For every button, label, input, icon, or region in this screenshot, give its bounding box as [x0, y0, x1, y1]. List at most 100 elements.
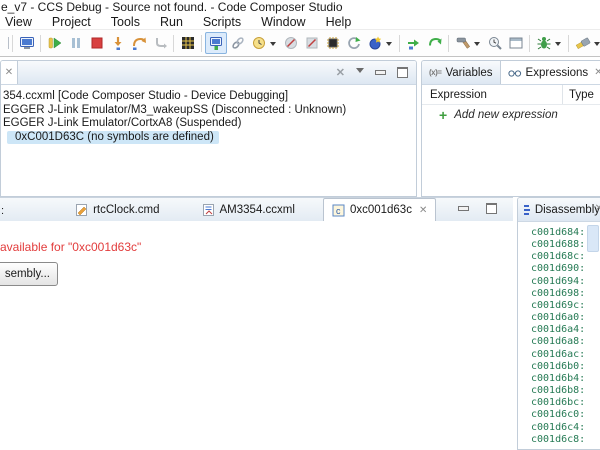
disassembly-content: c001d684:c001d688:c001d68c:c001d690:c001…: [518, 222, 600, 449]
menu-item-window[interactable]: Window: [251, 15, 315, 29]
glasses-icon: [508, 68, 522, 78]
connect-chip-icon: [325, 35, 341, 51]
tab-rtcclock-cmd[interactable]: rtcClock.cmd: [67, 199, 167, 221]
link-icon: [230, 35, 246, 51]
minimize-icon[interactable]: [375, 70, 386, 75]
debug-tree-item[interactable]: EGGER J-Link Emulator/M3_wakeupSS (Disco…: [1, 104, 416, 118]
toolbar-separator: [448, 35, 449, 52]
debug-tree-item[interactable]: 354.ccxml [Code Composer Studio - Device…: [1, 90, 416, 104]
run-free-button[interactable]: [424, 33, 445, 54]
trace-disabled2-button[interactable]: [301, 33, 322, 54]
close-icon[interactable]: ✕: [594, 67, 600, 78]
build-button[interactable]: [452, 33, 473, 54]
flashlight-dropdown[interactable]: [594, 42, 600, 49]
disassembly-title: Disassembly: [535, 204, 600, 216]
step-over-button[interactable]: [128, 33, 149, 54]
tab-expressions-label: Expressions: [526, 67, 589, 79]
flashlight-search-button[interactable]: [572, 33, 593, 54]
view-menu-icon[interactable]: [356, 68, 364, 77]
tab-0xc001d63c[interactable]: c 0xc001d63c ✕: [323, 198, 436, 221]
disabled-trace-icon: [283, 35, 299, 51]
editor-tab-bar: : rtcClock.cmd AM3354.ccxml c 0xc001d63c…: [0, 197, 513, 221]
link-button[interactable]: [227, 33, 248, 54]
connect-chip-button[interactable]: [322, 33, 343, 54]
flash-target-button[interactable]: [364, 33, 385, 54]
toolbar-separator: [399, 35, 400, 52]
scrollbar-thumb[interactable]: [587, 225, 599, 252]
disassembly-address-row: c001d6c8:: [518, 434, 600, 446]
toolbar-separator: [201, 35, 202, 52]
ccxml-file-icon: [202, 203, 215, 217]
column-type[interactable]: Type: [562, 85, 594, 104]
disassembly-panel: Disassembly ✕ c001d684:c001d688:c001d68c…: [517, 197, 600, 450]
menu-item-view[interactable]: View: [0, 15, 42, 29]
flash-dropdown[interactable]: [386, 42, 392, 49]
run-free-icon: [427, 35, 443, 51]
cmd-file-icon: [75, 203, 88, 217]
disassembly-address-row: c001d690:: [518, 263, 600, 275]
tab-am3354-ccxml[interactable]: AM3354.ccxml: [194, 199, 303, 221]
debug-tree-item[interactable]: EGGER J-Link Emulator/CortxA8 (Suspended…: [1, 117, 416, 131]
debug-tab-stub[interactable]: ✕: [1, 61, 18, 84]
close-icon[interactable]: ✕: [5, 67, 13, 78]
restore-dropdown[interactable]: [270, 42, 276, 49]
console-button[interactable]: [16, 33, 37, 54]
profile-clock-button[interactable]: [484, 33, 505, 54]
disassembly-address-row: c001d6b4:: [518, 373, 600, 385]
menubar: ViewProjectToolsRunScriptsWindowHelp: [0, 15, 600, 29]
menu-item-run[interactable]: Run: [150, 15, 193, 29]
reset-button[interactable]: [343, 33, 364, 54]
disconnect-icon[interactable]: ✕: [336, 66, 345, 79]
close-icon[interactable]: ✕: [595, 203, 600, 214]
svg-text:c: c: [336, 206, 341, 216]
step-into-icon: [110, 35, 126, 51]
step-clock-icon: [406, 35, 422, 51]
disassembly-address-row: c001d6ac:: [518, 349, 600, 361]
view-disassembly-button[interactable]: sembly...: [0, 262, 58, 286]
disassembly-address-row: c001d698:: [518, 288, 600, 300]
close-icon[interactable]: ✕: [419, 205, 427, 216]
menu-item-project[interactable]: Project: [42, 15, 101, 29]
disabled-trace2-icon: [304, 35, 320, 51]
minimize-icon[interactable]: [458, 206, 469, 211]
step-into-button[interactable]: [107, 33, 128, 54]
menu-item-tools[interactable]: Tools: [101, 15, 150, 29]
editor-content: available for "0xc001d63c" sembly...: [0, 221, 513, 450]
flash-target-icon: [367, 35, 383, 51]
maximize-icon[interactable]: [486, 203, 497, 214]
debug-config-dropdown[interactable]: [555, 42, 561, 49]
registers-button[interactable]: [177, 33, 198, 54]
screen-button[interactable]: [505, 33, 526, 54]
disassembly-address-row: c001d6b0:: [518, 361, 600, 373]
restore-clock-button[interactable]: [248, 33, 269, 54]
debug-view-panel: ✕ ✕ 354.ccxml [Code Composer Studio - De…: [0, 60, 417, 197]
menu-item-help[interactable]: Help: [316, 15, 362, 29]
resume-button[interactable]: [44, 33, 65, 54]
save-button[interactable]: [0, 33, 9, 54]
show-debug-view-toggle[interactable]: [205, 32, 227, 54]
disassembly-address-row: c001d69c:: [518, 300, 600, 312]
step-over-icon: [131, 35, 147, 51]
step-clock-button[interactable]: [403, 33, 424, 54]
menu-item-scripts[interactable]: Scripts: [193, 15, 251, 29]
tab-variables[interactable]: (x)= Variables: [422, 61, 500, 84]
trace-disabled-button[interactable]: [280, 33, 301, 54]
maximize-icon[interactable]: [397, 67, 408, 78]
build-dropdown[interactable]: [474, 42, 480, 49]
add-new-expression-row[interactable]: + Add new expression: [422, 105, 600, 124]
tab-expressions[interactable]: Expressions ✕: [500, 61, 600, 84]
disassembly-address-row: c001d6b8:: [518, 385, 600, 397]
disassembly-address-row: c001d6a0:: [518, 312, 600, 324]
tab-label: 0xc001d63c: [350, 204, 412, 216]
truncated-tab-fragment[interactable]: :: [0, 205, 5, 221]
debug-tree-item[interactable]: 0xC001D63C (no symbols are defined): [1, 131, 416, 145]
debug-config-button[interactable]: [533, 33, 554, 54]
step-return-button[interactable]: [149, 33, 170, 54]
disassembly-address-row: c001d68c:: [518, 251, 600, 263]
terminate-button[interactable]: [86, 33, 107, 54]
flashlight-search-icon: [575, 35, 591, 51]
pause-button[interactable]: [65, 33, 86, 54]
restore-clock-icon: [251, 35, 267, 51]
screen-icon: [508, 35, 524, 51]
column-expression[interactable]: Expression: [422, 89, 487, 101]
